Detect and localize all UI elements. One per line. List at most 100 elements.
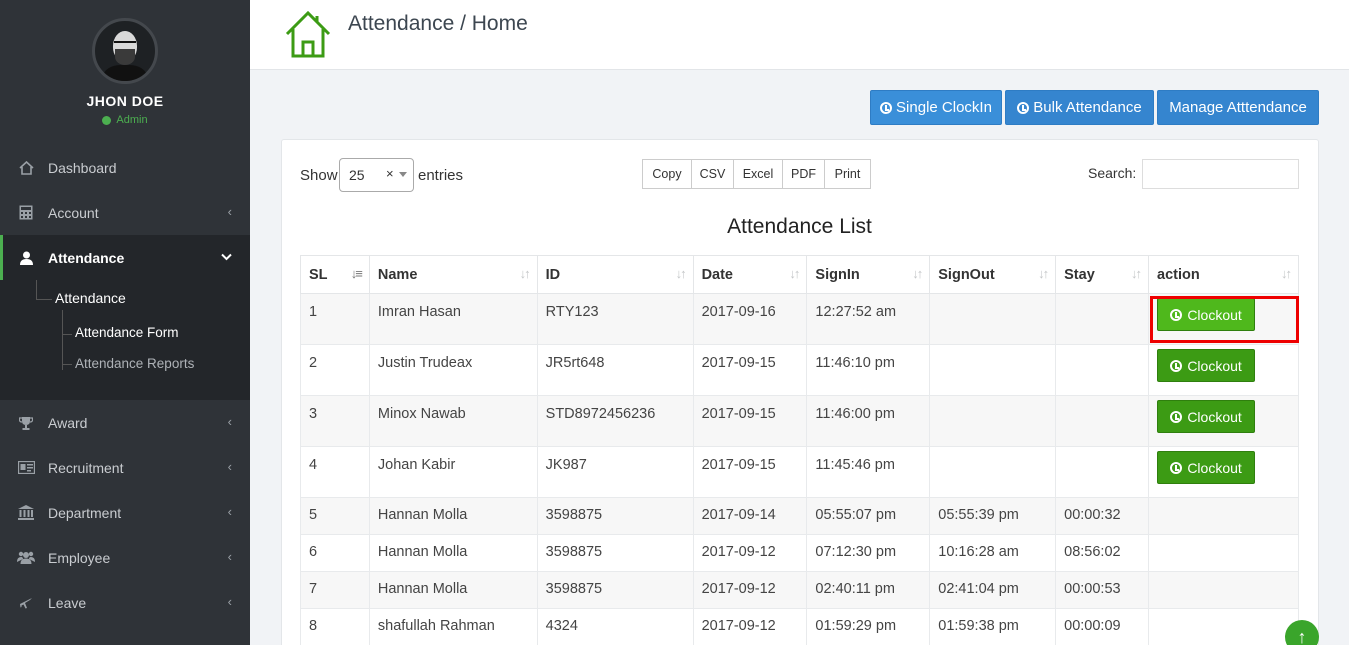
avatar[interactable]: [92, 18, 158, 84]
table-cell: 2: [300, 344, 370, 396]
clock-icon: [880, 101, 893, 114]
search-input[interactable]: [1142, 159, 1299, 189]
table-cell: 00:00:09: [1055, 608, 1150, 645]
clock-icon: [1170, 308, 1183, 321]
sidebar-item-department[interactable]: Department ‹: [0, 490, 250, 535]
clockout-button[interactable]: Clockout: [1157, 400, 1256, 433]
chevron-left-icon: ‹: [227, 414, 232, 429]
table-cell: Clockout: [1148, 344, 1299, 396]
bulk-attendance-button[interactable]: Bulk Attendance: [1005, 90, 1154, 125]
column-header-action[interactable]: action ↓↑: [1148, 255, 1299, 294]
column-header-sl[interactable]: SL ↓≡: [300, 255, 370, 294]
table-cell: 8: [300, 608, 370, 645]
column-header-stay[interactable]: Stay ↓↑: [1055, 255, 1150, 294]
table-cell: [1148, 497, 1299, 535]
sidebar: JHON DOE Admin Dashboard Account ‹ Atten…: [0, 0, 250, 645]
table-cell: [1055, 395, 1150, 447]
clockout-button[interactable]: Clockout: [1157, 349, 1256, 382]
print-button[interactable]: Print: [824, 159, 871, 189]
sidebar-item-account[interactable]: Account ‹: [0, 190, 250, 235]
clock-icon: [1017, 101, 1030, 114]
column-header-signout[interactable]: SignOut ↓↑: [929, 255, 1057, 294]
sidebar-item-award[interactable]: Award ‹: [0, 400, 250, 445]
table-cell: [929, 293, 1057, 345]
table-cell: [1055, 344, 1150, 396]
attendance-submenu: Attendance Attendance Form Attendance Re…: [0, 280, 250, 400]
sort-icon: ↓↑: [1281, 266, 1292, 281]
attendance-table: SL ↓≡ Name ↓↑ ID ↓↑ Date ↓↑ SignIn ↓↑ SignOut…: [300, 255, 1299, 645]
table-row: 1 Imran Hasan RTY123 2017-09-16 12:27:52 am C…: [300, 293, 1299, 345]
table-cell: 3: [300, 395, 370, 447]
chevron-left-icon: ‹: [227, 459, 232, 474]
pdf-button[interactable]: PDF: [782, 159, 825, 189]
submenu-item-attendance-form[interactable]: Attendance Form: [75, 325, 179, 340]
sidebar-item-attendance[interactable]: Attendance: [0, 235, 250, 280]
sidebar-item-recruitment[interactable]: Recruitment ‹: [0, 445, 250, 490]
table-cell: [929, 446, 1057, 498]
sidebar-item-employee[interactable]: Employee ‹: [0, 535, 250, 580]
table-cell: [1055, 446, 1150, 498]
chevron-left-icon: ‹: [227, 204, 232, 219]
home-icon: [284, 10, 332, 61]
table-cell: 11:45:46 pm: [806, 446, 931, 498]
excel-button[interactable]: Excel: [733, 159, 783, 189]
profile-block: JHON DOE Admin: [0, 0, 250, 145]
table-cell: 2017-09-16: [692, 293, 808, 345]
table-cell: Clockout: [1148, 446, 1299, 498]
table-cell: Clockout: [1148, 293, 1299, 345]
sort-icon: ↓↑: [789, 266, 800, 281]
table-row: 6 Hannan Molla 3598875 2017-09-12 07:12:30 p…: [300, 534, 1299, 572]
table-cell: 00:00:32: [1055, 497, 1150, 535]
profile-role: Admin: [0, 114, 250, 126]
table-cell: 11:46:10 pm: [806, 344, 931, 396]
table-cell: 6: [300, 534, 370, 572]
csv-button[interactable]: CSV: [691, 159, 734, 189]
table-cell: RTY123: [536, 293, 694, 345]
table-cell: JR5rt648: [536, 344, 694, 396]
table-cell: 3598875: [536, 534, 694, 572]
table-cell: [929, 395, 1057, 447]
table-cell: [1148, 608, 1299, 645]
single-clockin-button[interactable]: Single ClockIn: [870, 90, 1002, 125]
sort-icon: ↓↑: [1038, 266, 1049, 281]
id-card-icon: [16, 461, 36, 474]
chevron-down-icon: [221, 249, 232, 264]
table-cell: Hannan Molla: [368, 534, 538, 572]
plane-icon: [16, 596, 36, 610]
table-cell: 2017-09-12: [692, 571, 808, 609]
table-cell: 5: [300, 497, 370, 535]
table-cell: Johan Kabir: [368, 446, 538, 498]
sort-icon: ↓↑: [519, 266, 531, 281]
table-cell: 4: [300, 446, 370, 498]
table-cell: 00:00:53: [1055, 571, 1150, 609]
table-cell: 10:16:28 am: [929, 534, 1057, 572]
table-cell: 05:55:39 pm: [929, 497, 1057, 535]
clock-icon: [1170, 359, 1183, 372]
column-header-id[interactable]: ID ↓↑: [536, 255, 694, 294]
home-icon: [16, 160, 36, 175]
manage-attendance-button[interactable]: Manage Atttendance: [1157, 90, 1319, 125]
column-header-date[interactable]: Date ↓↑: [692, 255, 808, 294]
table-header-row: SL ↓≡ Name ↓↑ ID ↓↑ Date ↓↑ SignIn ↓↑ SignOut…: [300, 255, 1299, 294]
entries-select[interactable]: 25 ×: [339, 158, 414, 192]
sidebar-item-leave[interactable]: Leave ‹: [0, 580, 250, 625]
table-cell: JK987: [536, 446, 694, 498]
clockout-button[interactable]: Clockout: [1157, 451, 1256, 484]
sidebar-item-dashboard[interactable]: Dashboard: [0, 145, 250, 190]
submenu-item-attendance-reports[interactable]: Attendance Reports: [75, 356, 194, 371]
users-icon: [16, 551, 36, 564]
clockout-button[interactable]: Clockout: [1157, 298, 1256, 331]
list-title: Attendance List: [727, 215, 872, 238]
copy-button[interactable]: Copy: [642, 159, 692, 189]
column-header-name[interactable]: Name ↓↑: [368, 255, 538, 294]
clock-icon: [1170, 461, 1183, 474]
column-header-signin[interactable]: SignIn ↓↑: [806, 255, 931, 294]
submenu-item-attendance[interactable]: Attendance: [55, 290, 126, 306]
table-cell: 11:46:00 pm: [806, 395, 931, 447]
table-cell: 01:59:29 pm: [806, 608, 931, 645]
clear-icon[interactable]: ×: [386, 166, 394, 181]
table-cell: Clockout: [1148, 395, 1299, 447]
table-cell: Hannan Molla: [368, 497, 538, 535]
chevron-left-icon: ‹: [227, 594, 232, 609]
sort-icon: ↓≡: [350, 266, 363, 281]
